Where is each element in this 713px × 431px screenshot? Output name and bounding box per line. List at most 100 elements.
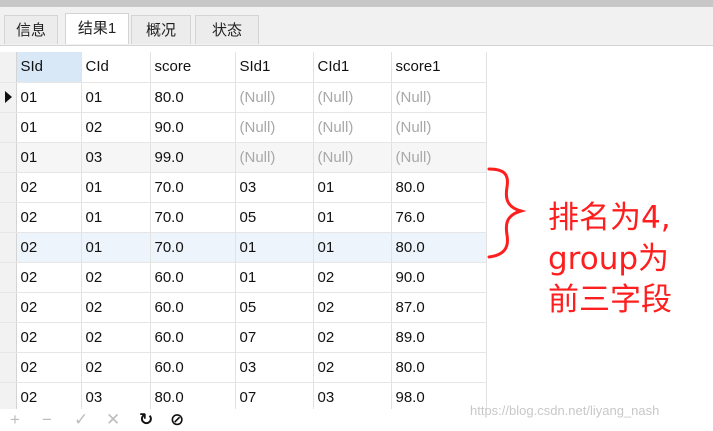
apply-changes-icon[interactable]: ✓	[74, 409, 88, 431]
cell-score[interactable]: 60.0	[150, 292, 236, 323]
row-indicator[interactable]	[0, 292, 17, 323]
cell-sid1[interactable]: 05	[235, 202, 314, 233]
cell-sid1[interactable]: 01	[235, 232, 314, 263]
cell-sid[interactable]: 01	[16, 142, 82, 173]
cell-score[interactable]: 80.0	[150, 82, 236, 113]
cell-cid[interactable]: 02	[81, 112, 151, 143]
column-header-sid[interactable]: SId	[16, 52, 82, 83]
cell-score1[interactable]: 80.0	[391, 172, 487, 203]
cell-score1[interactable]: 90.0	[391, 262, 487, 293]
cell-cid[interactable]: 03	[81, 142, 151, 173]
cell-sid[interactable]: 01	[16, 112, 82, 143]
cell-cid1[interactable]: (Null)	[313, 142, 392, 173]
cell-sid[interactable]: 01	[16, 82, 82, 113]
row-indicator[interactable]	[0, 262, 17, 293]
cell-cid1[interactable]: 01	[313, 232, 392, 263]
cell-cid1[interactable]: (Null)	[313, 112, 392, 143]
cell-cid[interactable]: 01	[81, 172, 151, 203]
cell-score1[interactable]: 80.0	[391, 232, 487, 263]
cell-sid[interactable]: 02	[16, 352, 82, 383]
cell-score1[interactable]: 87.0	[391, 292, 487, 323]
column-header-cid[interactable]: CId	[81, 52, 151, 83]
cell-sid[interactable]: 02	[16, 292, 82, 323]
table-row[interactable]: 02 02 60.0 07 02 89.0	[0, 322, 487, 353]
cell-sid1[interactable]: (Null)	[235, 82, 314, 113]
cell-cid[interactable]: 02	[81, 262, 151, 293]
cell-cid1[interactable]: 02	[313, 292, 392, 323]
cell-cid1[interactable]: (Null)	[313, 82, 392, 113]
cell-cid[interactable]: 01	[81, 82, 151, 113]
discard-changes-icon[interactable]: ✕	[106, 409, 120, 431]
row-indicator[interactable]	[0, 352, 17, 383]
cell-sid[interactable]: 02	[16, 232, 82, 263]
cell-cid[interactable]: 01	[81, 202, 151, 233]
table-row[interactable]: 02 02 60.0 01 02 90.0	[0, 262, 487, 293]
row-indicator[interactable]	[0, 112, 17, 143]
cell-score[interactable]: 99.0	[150, 142, 236, 173]
row-indicator[interactable]	[0, 82, 17, 113]
cell-score1[interactable]: 76.0	[391, 202, 487, 233]
cell-sid[interactable]: 02	[16, 202, 82, 233]
row-indicator[interactable]	[0, 142, 17, 173]
cell-cid[interactable]: 02	[81, 292, 151, 323]
cell-sid1[interactable]: (Null)	[235, 112, 314, 143]
stop-icon[interactable]: ⊘	[170, 409, 184, 431]
table-row[interactable]: 02 01 70.0 05 01 76.0	[0, 202, 487, 233]
cell-cid1[interactable]: 02	[313, 262, 392, 293]
cell-score1[interactable]: (Null)	[391, 142, 487, 173]
cell-sid[interactable]: 02	[16, 262, 82, 293]
cell-sid1[interactable]: (Null)	[235, 142, 314, 173]
tab-result-1[interactable]: 结果1	[65, 13, 129, 44]
cell-score[interactable]: 90.0	[150, 112, 236, 143]
cell-cid1[interactable]: 03	[313, 382, 392, 413]
cell-score1[interactable]: (Null)	[391, 82, 487, 113]
cell-cid1[interactable]: 01	[313, 202, 392, 233]
table-row[interactable]: 02 03 80.0 07 03 98.0	[0, 382, 487, 413]
cell-sid1[interactable]: 07	[235, 382, 314, 413]
table-row[interactable]: 01 03 99.0 (Null) (Null) (Null)	[0, 142, 487, 173]
cell-cid1[interactable]: 02	[313, 322, 392, 353]
refresh-icon[interactable]: ↻	[139, 409, 153, 431]
cell-score[interactable]: 70.0	[150, 202, 236, 233]
table-row[interactable]: 02 02 60.0 05 02 87.0	[0, 292, 487, 323]
column-header-sid1[interactable]: SId1	[235, 52, 314, 83]
cell-cid[interactable]: 03	[81, 382, 151, 413]
row-indicator[interactable]	[0, 232, 17, 263]
cell-score[interactable]: 60.0	[150, 262, 236, 293]
cell-score[interactable]: 60.0	[150, 352, 236, 383]
cell-cid[interactable]: 01	[81, 232, 151, 263]
row-indicator[interactable]	[0, 202, 17, 233]
cell-score1[interactable]: (Null)	[391, 112, 487, 143]
cell-score[interactable]: 70.0	[150, 232, 236, 263]
cell-cid1[interactable]: 02	[313, 352, 392, 383]
cell-sid1[interactable]: 03	[235, 352, 314, 383]
cell-score[interactable]: 70.0	[150, 172, 236, 203]
cell-sid1[interactable]: 07	[235, 322, 314, 353]
tab-status[interactable]: 状态	[195, 15, 259, 44]
row-indicator[interactable]	[0, 172, 17, 203]
cell-sid1[interactable]: 05	[235, 292, 314, 323]
row-indicator[interactable]	[0, 382, 17, 413]
table-row[interactable]: 02 02 60.0 03 02 80.0	[0, 352, 487, 383]
cell-score1[interactable]: 89.0	[391, 322, 487, 353]
table-row[interactable]: 01 02 90.0 (Null) (Null) (Null)	[0, 112, 487, 143]
add-record-icon[interactable]: +	[10, 409, 20, 431]
column-header-score1[interactable]: score1	[391, 52, 487, 83]
cell-sid1[interactable]: 01	[235, 262, 314, 293]
cell-cid[interactable]: 02	[81, 322, 151, 353]
cell-sid[interactable]: 02	[16, 382, 82, 413]
delete-record-icon[interactable]: −	[42, 409, 52, 431]
table-row[interactable]: 02 01 70.0 01 01 80.0	[0, 232, 487, 263]
column-header-cid1[interactable]: CId1	[313, 52, 392, 83]
row-indicator[interactable]	[0, 322, 17, 353]
cell-cid1[interactable]: 01	[313, 172, 392, 203]
tab-info[interactable]: 信息	[4, 15, 58, 44]
cell-score[interactable]: 80.0	[150, 382, 236, 413]
table-row[interactable]: 01 01 80.0 (Null) (Null) (Null)	[0, 82, 487, 113]
cell-cid[interactable]: 02	[81, 352, 151, 383]
table-row[interactable]: 02 01 70.0 03 01 80.0	[0, 172, 487, 203]
cell-sid[interactable]: 02	[16, 322, 82, 353]
cell-score1[interactable]: 80.0	[391, 352, 487, 383]
cell-score[interactable]: 60.0	[150, 322, 236, 353]
cell-sid[interactable]: 02	[16, 172, 82, 203]
